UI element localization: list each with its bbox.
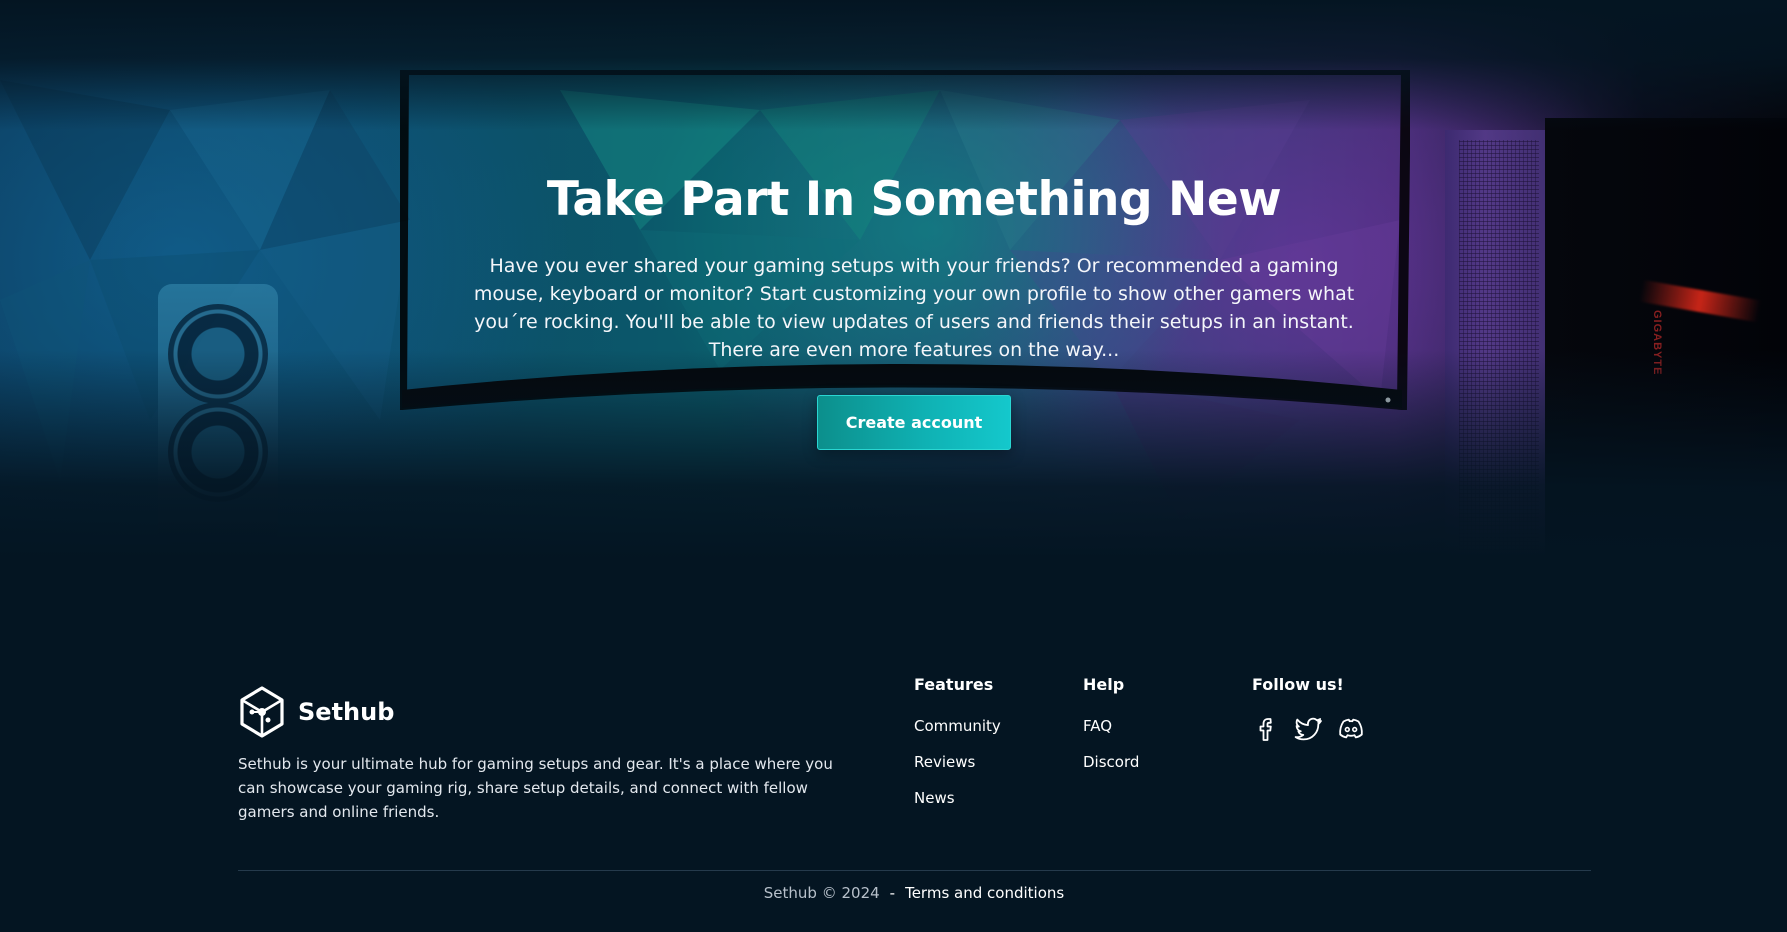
social-links (1252, 714, 1366, 744)
twitter-link[interactable] (1294, 714, 1324, 744)
footer-link-community[interactable]: Community (914, 717, 1001, 735)
brand-description: Sethub is your ultimate hub for gaming s… (238, 755, 833, 821)
discord-icon (1339, 718, 1363, 739)
brand-name: Sethub (298, 698, 395, 726)
footer-column-title: Follow us! (1252, 675, 1344, 694)
list-item: FAQ (1083, 716, 1139, 737)
create-account-button[interactable]: Create account (817, 395, 1011, 450)
hero-description: Have you ever shared your gaming setups … (473, 255, 1355, 361)
facebook-link[interactable] (1252, 714, 1282, 744)
discord-link[interactable] (1336, 714, 1366, 744)
footer-column-help: Help FAQ Discord (1083, 675, 1139, 788)
list-item: Discord (1083, 752, 1139, 773)
hero-title: Take Part In Something New (546, 172, 1282, 227)
hero-section: GIGABYTE Take Part In Something New Have… (0, 0, 1787, 560)
twitter-icon (1294, 717, 1322, 741)
footer-link-reviews[interactable]: Reviews (914, 753, 975, 771)
footer-column-title: Features (914, 675, 994, 694)
terms-link[interactable]: Terms and conditions (905, 884, 1064, 902)
hero-fade-top (0, 0, 1787, 130)
footer-link-faq[interactable]: FAQ (1083, 717, 1112, 735)
footer-divider (238, 870, 1591, 871)
footer-link-news[interactable]: News (914, 789, 955, 807)
footer-separator: - (889, 884, 896, 902)
footer-brand[interactable]: Sethub (238, 685, 394, 739)
footer-column-follow: Follow us! (1252, 675, 1366, 744)
list-item: News (914, 788, 1001, 809)
footer-link-list: Community Reviews News (914, 716, 1001, 809)
footer-column-features: Features Community Reviews News (914, 675, 1001, 824)
sethub-logo-icon (240, 686, 284, 738)
facebook-icon (1259, 718, 1272, 741)
list-item: Reviews (914, 752, 1001, 773)
footer-column-title: Help (1083, 675, 1125, 694)
hero-fade-bottom (0, 350, 1787, 560)
footer-link-discord[interactable]: Discord (1083, 753, 1139, 771)
list-item: Community (914, 716, 1001, 737)
page: GIGABYTE Take Part In Something New Have… (0, 0, 1787, 932)
footer-link-list: FAQ Discord (1083, 716, 1139, 773)
footer-bottom-bar: Sethub © 2024- Terms and conditions (0, 884, 1787, 902)
footer: Sethub Sethub is your ultimate hub for g… (0, 560, 1787, 932)
copyright-text: Sethub © 2024 (763, 884, 880, 902)
